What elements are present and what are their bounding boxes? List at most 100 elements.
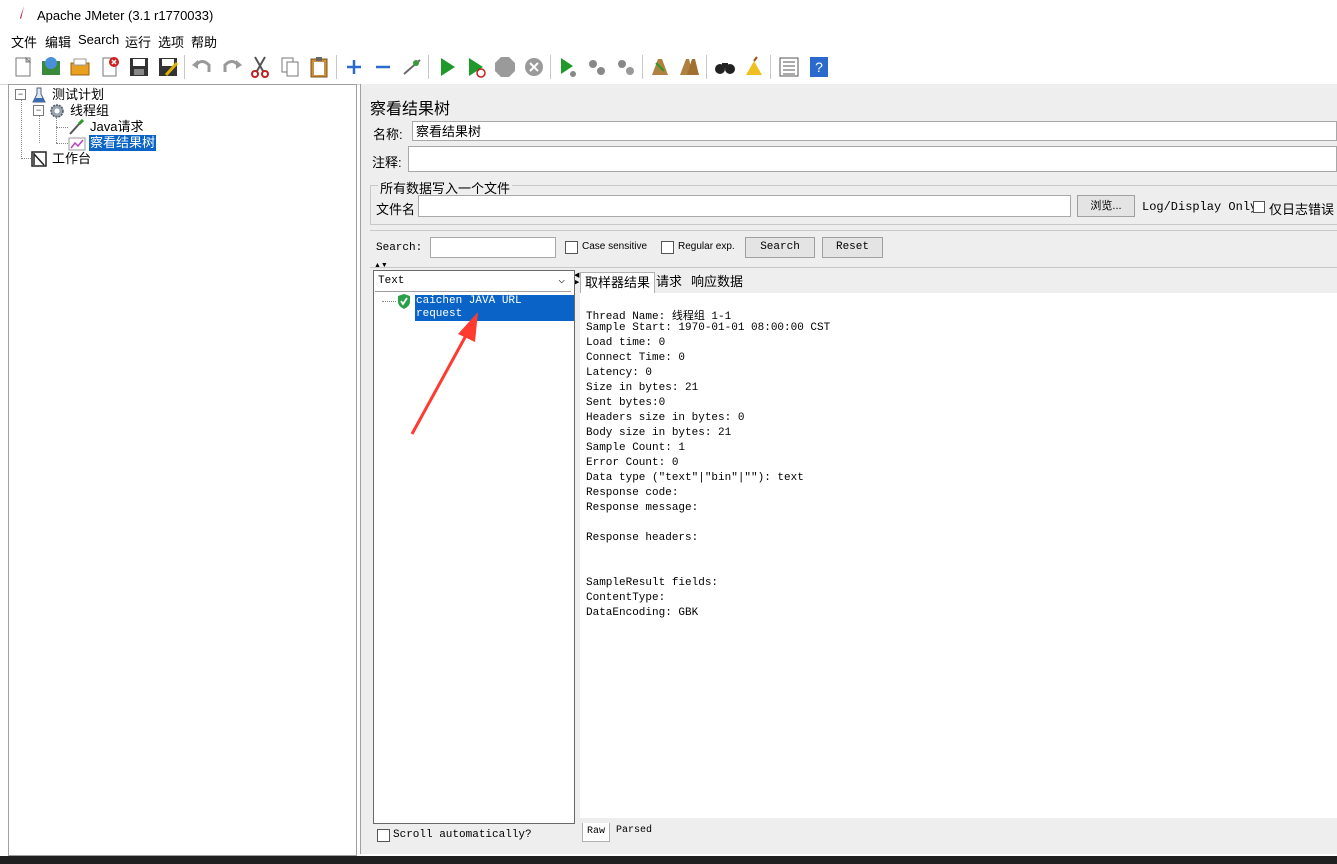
tab-parsed[interactable]: Parsed bbox=[612, 823, 656, 841]
scroll-auto-checkbox[interactable] bbox=[377, 829, 390, 842]
function-helper-icon[interactable] bbox=[777, 55, 801, 79]
tree-connector bbox=[21, 99, 22, 159]
tree-item-label: 线程组 bbox=[70, 103, 110, 118]
errors-only-label: 仅日志错误 bbox=[1269, 202, 1335, 217]
name-label: 名称: bbox=[373, 127, 403, 142]
tree-connector bbox=[56, 115, 57, 143]
toolbar-separator bbox=[184, 55, 185, 79]
comment-label: 注释: bbox=[372, 155, 402, 170]
case-sensitive-label: Case sensitive bbox=[582, 241, 648, 252]
split-arrows-icon[interactable]: ▲▼ bbox=[374, 262, 388, 269]
clear-icon[interactable] bbox=[648, 55, 672, 79]
tree-item-label: 察看结果树 bbox=[89, 135, 157, 151]
detail-line: Thread Name: 线程组 1-1 bbox=[586, 311, 732, 323]
detail-line: Body size in bytes: 21 bbox=[586, 427, 732, 439]
stop-icon[interactable] bbox=[493, 55, 517, 79]
toolbar-separator bbox=[706, 55, 707, 79]
detail-line: Error Count: 0 bbox=[586, 457, 679, 469]
remote-stop-icon[interactable] bbox=[585, 55, 609, 79]
browse-button[interactable]: 浏览... bbox=[1077, 195, 1135, 217]
workbench-icon bbox=[31, 151, 47, 167]
search-input[interactable] bbox=[430, 237, 556, 258]
remote-start-icon[interactable] bbox=[556, 55, 580, 79]
tab-request[interactable]: 请求 bbox=[652, 272, 686, 292]
expand-icon[interactable] bbox=[342, 55, 366, 79]
detail-line: Response message: bbox=[586, 502, 699, 514]
tab-raw[interactable]: Raw bbox=[582, 823, 610, 842]
reset-search-icon[interactable] bbox=[742, 55, 766, 79]
comment-field[interactable] bbox=[408, 146, 1337, 172]
tree-connector bbox=[56, 127, 68, 128]
tree-connector bbox=[39, 115, 40, 143]
renderer-select[interactable]: Text ⌵ bbox=[375, 272, 571, 292]
filename-label: 文件名 bbox=[376, 202, 416, 217]
open-icon[interactable] bbox=[68, 55, 92, 79]
copy-icon[interactable] bbox=[278, 55, 302, 79]
menu-bar: 文件 编辑 Search 运行 选项 帮助 bbox=[0, 30, 1337, 50]
menu-edit[interactable]: 编辑 bbox=[45, 32, 71, 51]
regex-checkbox[interactable] bbox=[661, 241, 674, 254]
close-icon[interactable] bbox=[98, 55, 122, 79]
menu-run[interactable]: 运行 bbox=[125, 32, 151, 51]
toggle-icon[interactable] bbox=[400, 55, 424, 79]
detail-line: Sent bytes:0 bbox=[586, 397, 666, 409]
feather-logo-icon bbox=[20, 6, 24, 19]
start-no-pause-icon[interactable] bbox=[464, 55, 488, 79]
toolbar-separator bbox=[428, 55, 429, 79]
templates-icon[interactable] bbox=[39, 55, 63, 79]
test-plan-tree: − 测试计划 − 线程组 Java请求 察看结果树 工作台 bbox=[8, 84, 357, 856]
listener-graph-icon bbox=[68, 137, 86, 151]
cut-icon[interactable] bbox=[248, 55, 272, 79]
new-icon[interactable] bbox=[11, 55, 35, 79]
remote-shutdown-icon[interactable] bbox=[614, 55, 638, 79]
tree-item-label: 工作台 bbox=[52, 151, 92, 166]
tree-expander[interactable]: − bbox=[33, 105, 44, 116]
chevron-down-icon: ⌵ bbox=[558, 275, 565, 287]
toolbar: ? bbox=[0, 50, 1337, 85]
tree-connector bbox=[21, 158, 31, 159]
case-sensitive-checkbox[interactable] bbox=[565, 241, 578, 254]
detail-line: Size in bytes: 21 bbox=[586, 382, 699, 394]
errors-only-checkbox[interactable] bbox=[1253, 201, 1265, 213]
search-button[interactable]: Search bbox=[745, 237, 815, 258]
paste-icon[interactable] bbox=[307, 55, 331, 79]
menu-options[interactable]: 选项 bbox=[158, 32, 184, 51]
toolbar-separator bbox=[550, 55, 551, 79]
save-as-icon[interactable] bbox=[156, 55, 180, 79]
menu-file[interactable]: 文件 bbox=[11, 32, 37, 51]
detail-line: ContentType: bbox=[586, 592, 666, 604]
tree-item-label: Java请求 bbox=[90, 119, 144, 134]
tree-item-label: 测试计划 bbox=[52, 87, 105, 102]
start-icon[interactable] bbox=[435, 55, 459, 79]
save-icon[interactable] bbox=[127, 55, 151, 79]
pipette-icon bbox=[69, 119, 85, 135]
scroll-auto-label: Scroll automatically? bbox=[393, 829, 532, 841]
clear-all-icon[interactable] bbox=[677, 55, 701, 79]
menu-help[interactable]: 帮助 bbox=[191, 32, 217, 51]
tab-sampler-result[interactable]: 取样器结果 bbox=[580, 272, 656, 293]
undo-icon[interactable] bbox=[190, 55, 214, 79]
menu-search[interactable]: Search bbox=[78, 32, 119, 47]
detail-line: SampleResult fields: bbox=[586, 577, 719, 589]
filename-field[interactable] bbox=[418, 195, 1071, 217]
reset-button[interactable]: Reset bbox=[822, 237, 883, 258]
collapse-icon[interactable] bbox=[371, 55, 395, 79]
tree-expander[interactable]: − bbox=[15, 89, 26, 100]
tree-connector bbox=[56, 143, 68, 144]
name-field[interactable]: 察看结果树 bbox=[412, 121, 1337, 141]
detail-line: Connect Time: 0 bbox=[586, 352, 686, 364]
search-icon[interactable] bbox=[713, 55, 737, 79]
window-title: Apache JMeter (3.1 r1770033) bbox=[37, 8, 214, 23]
title-bar: Apache JMeter (3.1 r1770033) bbox=[0, 0, 1337, 30]
log-display-label: Log/Display Only: bbox=[1142, 200, 1265, 214]
tab-response-data[interactable]: 响应数据 bbox=[687, 272, 747, 292]
detail-line: Response headers: bbox=[586, 532, 699, 544]
toolbar-separator bbox=[642, 55, 643, 79]
panel-title: 察看结果树 bbox=[370, 101, 451, 118]
shutdown-icon[interactable] bbox=[522, 55, 546, 79]
sampler-result-pane bbox=[580, 293, 1337, 818]
help-icon[interactable]: ? bbox=[807, 55, 831, 79]
detail-line: Data type ("text"|"bin"|""): text bbox=[586, 472, 804, 484]
redo-icon[interactable] bbox=[220, 55, 244, 79]
detail-line: Load time: 0 bbox=[586, 337, 666, 349]
